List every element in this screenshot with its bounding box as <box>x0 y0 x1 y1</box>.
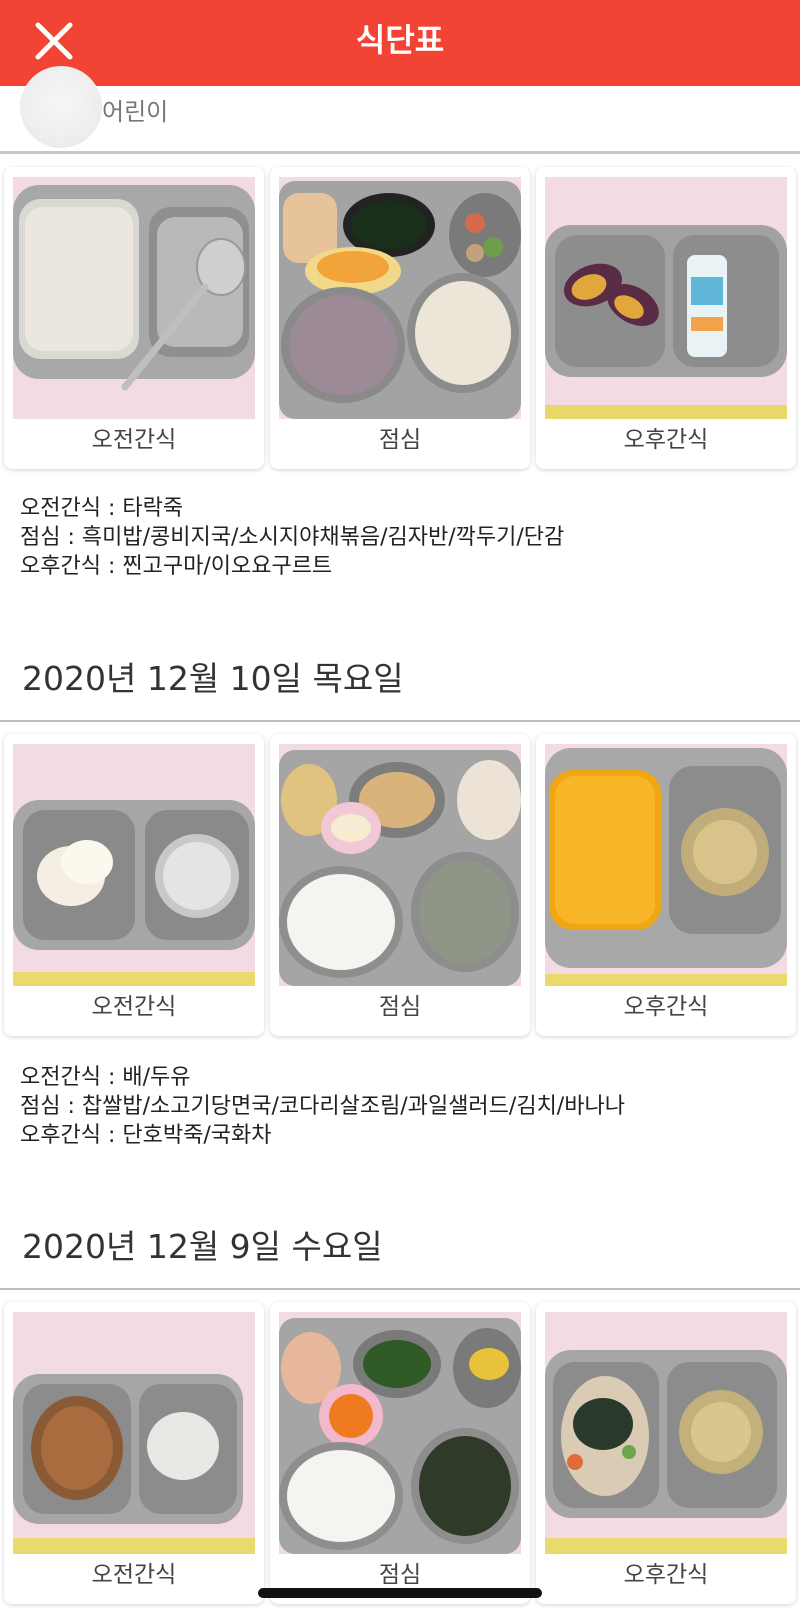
meal-photo[interactable] <box>13 177 255 419</box>
meal-card-am-snack[interactable]: 오전간식 <box>4 1302 264 1604</box>
meal-card-lunch[interactable]: 점심 <box>270 167 530 469</box>
meal-label: 오후간식 <box>623 1562 709 1588</box>
meal-label: 오전간식 <box>91 1562 177 1588</box>
meal-card-am-snack[interactable]: 오전간식 <box>4 167 264 469</box>
home-indicator[interactable] <box>258 1588 542 1598</box>
menu-line: 오전간식 : 배/두유 <box>20 1065 191 1090</box>
meal-photo[interactable] <box>13 744 255 986</box>
meal-photo[interactable] <box>13 1312 255 1554</box>
date-heading: 2020년 12월 9일 수요일 <box>22 1227 383 1266</box>
meal-card-lunch[interactable]: 점심 <box>270 1302 530 1604</box>
meal-photo[interactable] <box>545 177 787 419</box>
divider <box>0 720 800 722</box>
meal-photo[interactable] <box>279 177 521 419</box>
page-title: 식단표 <box>355 21 445 59</box>
child-name: 어린이 <box>102 98 169 126</box>
meal-label: 점심 <box>378 427 422 453</box>
menu-line: 오후간식 : 단호박죽/국화차 <box>20 1123 272 1148</box>
avatar <box>20 66 102 148</box>
meal-photo[interactable] <box>279 1312 521 1554</box>
top-app-bar: 식단표 <box>0 0 800 86</box>
menu-description: 오전간식 : 타락죽 점심 : 흑미밥/콩비지국/소시지야채볶음/김자반/깍두기… <box>20 494 564 581</box>
menu-line: 오전간식 : 타락죽 <box>20 496 184 521</box>
menu-line: 점심 : 흑미밥/콩비지국/소시지야채볶음/김자반/깍두기/단감 <box>20 525 565 550</box>
meal-label: 점심 <box>378 1562 422 1588</box>
menu-description: 오전간식 : 배/두유 점심 : 찹쌀밥/소고기당면국/코다리살조림/과일샐러드… <box>20 1063 625 1150</box>
meal-label: 오후간식 <box>623 427 709 453</box>
child-selector[interactable]: 어린이 <box>0 66 800 154</box>
meal-photo[interactable] <box>279 744 521 986</box>
meal-label: 오전간식 <box>91 427 177 453</box>
date-heading: 2020년 12월 10일 목요일 <box>22 659 404 698</box>
menu-line: 오후간식 : 찐고구마/이오요구르트 <box>20 554 333 579</box>
meal-label: 오전간식 <box>91 994 177 1020</box>
meal-card-pm-snack[interactable]: 오후간식 <box>536 734 796 1036</box>
divider <box>0 1288 800 1290</box>
meal-card-pm-snack[interactable]: 오후간식 <box>536 167 796 469</box>
meal-card-am-snack[interactable]: 오전간식 <box>4 734 264 1036</box>
meal-label: 오후간식 <box>623 994 709 1020</box>
meal-photo[interactable] <box>545 1312 787 1554</box>
meal-label: 점심 <box>378 994 422 1020</box>
meal-card-pm-snack[interactable]: 오후간식 <box>536 1302 796 1604</box>
menu-line: 점심 : 찹쌀밥/소고기당면국/코다리살조림/과일샐러드/김치/바나나 <box>20 1094 625 1119</box>
meal-photo[interactable] <box>545 744 787 986</box>
meal-card-lunch[interactable]: 점심 <box>270 734 530 1036</box>
